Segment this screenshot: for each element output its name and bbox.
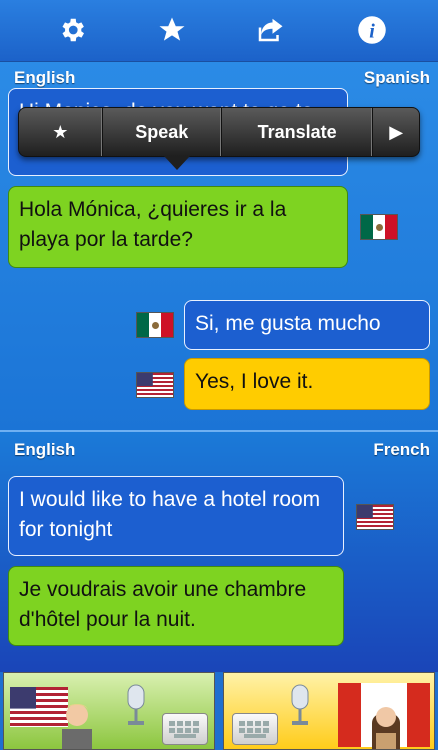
keyboard-icon[interactable] xyxy=(232,713,278,745)
us-flag-icon xyxy=(356,504,394,530)
keyboard-icon[interactable] xyxy=(162,713,208,745)
mexico-flag-icon xyxy=(136,312,174,338)
source-text-bubble[interactable]: I would like to have a hotel room for to… xyxy=(8,476,344,556)
translate-menu-item[interactable]: Translate xyxy=(222,108,374,156)
french-speaker-panel[interactable] xyxy=(223,672,435,750)
source-language-label[interactable]: English xyxy=(14,440,75,460)
female-avatar-icon xyxy=(372,707,400,749)
source-language-label[interactable]: English xyxy=(14,68,75,88)
context-menu: ★ Speak Translate ▶ xyxy=(18,107,420,157)
target-language-label[interactable]: French xyxy=(373,440,430,460)
reply-translation-bubble[interactable]: Yes, I love it. xyxy=(184,358,430,410)
top-toolbar: i xyxy=(0,0,438,62)
translated-text-bubble[interactable]: Hola Mónica, ¿quieres ir a la playa por … xyxy=(8,186,348,268)
gear-icon[interactable] xyxy=(54,12,90,48)
svg-text:i: i xyxy=(369,21,375,43)
microphone-icon[interactable] xyxy=(286,683,314,727)
info-icon[interactable]: i xyxy=(354,12,390,48)
share-icon[interactable] xyxy=(252,12,288,48)
next-menu-item[interactable]: ▶ xyxy=(373,108,419,156)
reply-text-bubble[interactable]: Si, me gusta mucho xyxy=(184,300,430,350)
microphone-icon[interactable] xyxy=(122,683,150,727)
male-avatar-icon xyxy=(62,704,92,749)
target-language-label[interactable]: Spanish xyxy=(364,68,430,88)
star-icon[interactable] xyxy=(154,12,190,48)
favorite-menu-item[interactable]: ★ xyxy=(19,108,103,156)
english-speaker-panel[interactable] xyxy=(3,672,215,750)
context-menu-pointer xyxy=(164,156,190,170)
speak-menu-item[interactable]: Speak xyxy=(103,108,222,156)
us-flag-icon xyxy=(136,372,174,398)
translated-text-bubble[interactable]: Je voudrais avoir une chambre d'hôtel po… xyxy=(8,566,344,646)
mexico-flag-icon xyxy=(360,214,398,240)
